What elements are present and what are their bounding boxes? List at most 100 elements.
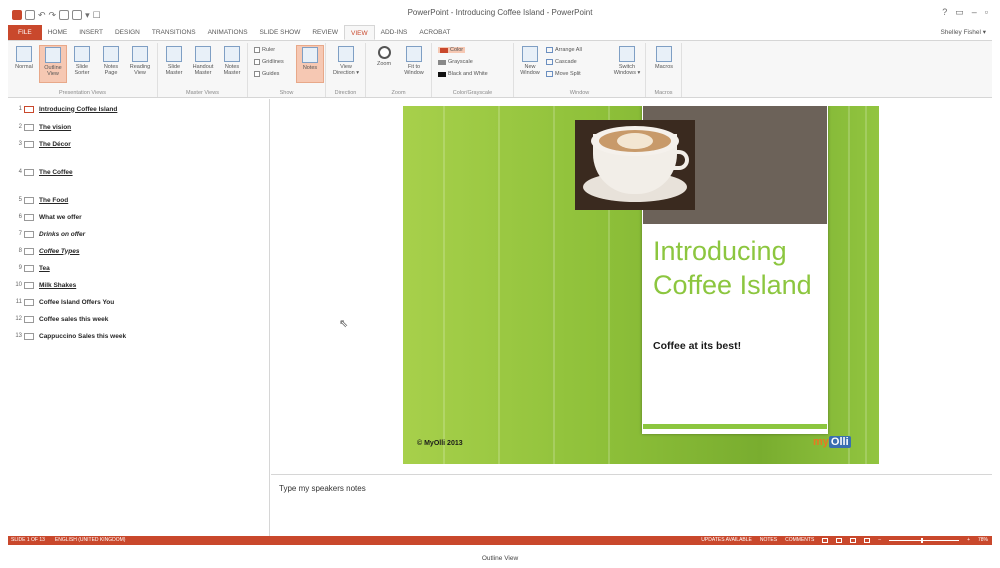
macros-button[interactable]: Macros xyxy=(650,45,678,83)
slide-master-button[interactable]: Slide Master xyxy=(160,45,188,83)
view-direction-button[interactable]: View Direction ▾ xyxy=(331,45,361,83)
ribbon-display-icon[interactable]: ▭ xyxy=(955,7,964,18)
account-name[interactable]: Shelley Fishel ▾ xyxy=(940,28,986,36)
speaker-notes-text[interactable]: Type my speakers notes xyxy=(279,484,366,493)
zoom-out-icon[interactable]: – xyxy=(878,537,881,543)
restore-icon[interactable]: ▫ xyxy=(985,7,988,18)
powerpoint-window: ↶ ↷ ▾ ☐ PowerPoint - Introducing Coffee … xyxy=(8,4,992,545)
group-label-show: Show xyxy=(279,90,294,96)
outline-item-11[interactable]: 11 Coffee Island Offers You xyxy=(10,297,114,307)
notes-pane[interactable]: Type my speakers notes xyxy=(271,474,992,536)
notes-master-button[interactable]: Notes Master xyxy=(218,45,246,83)
arrange-all-button[interactable]: Arrange All xyxy=(546,47,582,53)
fit-to-window-icon xyxy=(406,46,422,62)
reading-view-status-icon[interactable] xyxy=(850,537,857,543)
outline-item-8[interactable]: 8 Coffee Types xyxy=(10,246,79,256)
language-indicator[interactable]: ENGLISH (UNITED KINGDOM) xyxy=(55,537,126,543)
cascade-icon xyxy=(546,59,553,65)
outline-item-7[interactable]: 7 Drinks on offer xyxy=(10,229,85,239)
slide-copyright[interactable]: © MyOlli 2013 xyxy=(417,440,463,447)
zoom-button[interactable]: Zoom xyxy=(370,45,398,83)
outline-item-4[interactable]: 4 The Coffee xyxy=(10,167,73,177)
outline-item-5[interactable]: 5 The Food xyxy=(10,195,68,205)
slide-thumbnail-icon xyxy=(24,123,34,131)
group-label-direction: Direction xyxy=(334,90,357,96)
coffee-cup-photo[interactable] xyxy=(575,120,695,210)
tab-animations[interactable]: ANIMATIONS xyxy=(202,25,254,40)
notes-page-button[interactable]: Notes Page xyxy=(97,45,125,83)
tab-home[interactable]: HOME xyxy=(42,25,74,40)
logo-olli-text: Olli xyxy=(828,436,851,448)
group-color-grayscale: Color Grayscale Black and White Color/Gr… xyxy=(432,43,514,97)
grayscale-button[interactable]: Grayscale xyxy=(438,59,473,65)
slide-editing-area[interactable]: ⇖ Introducing Coffee Island Coffee at it… xyxy=(271,99,992,472)
magnifier-icon xyxy=(377,46,391,59)
outline-item-9[interactable]: 9 Tea xyxy=(10,263,50,273)
tab-view[interactable]: VIEW xyxy=(344,25,375,40)
mouse-pointer-icon: ⇖ xyxy=(339,318,349,330)
tab-insert[interactable]: INSERT xyxy=(73,25,109,40)
slide-thumbnail-icon xyxy=(24,196,34,204)
slide-sorter-button[interactable]: Slide Sorter xyxy=(68,45,96,83)
tab-acrobat[interactable]: ACROBAT xyxy=(413,25,456,40)
slide-thumbnail-icon xyxy=(24,281,34,289)
tab-file[interactable]: FILE xyxy=(8,25,42,40)
group-show: Ruler Gridlines Guides Notes Show xyxy=(248,43,326,97)
zoom-slider[interactable] xyxy=(889,537,960,543)
zoom-slider-knob[interactable] xyxy=(921,537,924,543)
guides-checkbox-box xyxy=(254,71,260,77)
tab-slide-show[interactable]: SLIDE SHOW xyxy=(254,25,307,40)
gridlines-checkbox[interactable]: Gridlines xyxy=(254,59,284,65)
tab-add-ins[interactable]: ADD-INS xyxy=(375,25,414,40)
outline-view-button[interactable]: Outline View xyxy=(39,45,67,83)
switch-windows-button[interactable]: Switch Windows ▾ xyxy=(612,45,642,83)
outline-item-13[interactable]: 13 Cappuccino Sales this week xyxy=(10,331,126,341)
view-direction-icon xyxy=(338,46,354,62)
tab-review[interactable]: REVIEW xyxy=(306,25,344,40)
slide-sorter-status-icon[interactable] xyxy=(836,537,843,543)
ruler-checkbox[interactable]: Ruler xyxy=(254,47,275,53)
guides-checkbox[interactable]: Guides xyxy=(254,71,279,77)
outline-item-12[interactable]: 12 Coffee sales this week xyxy=(10,314,108,324)
normal-view-button[interactable]: Normal xyxy=(10,45,38,83)
color-button[interactable]: Color xyxy=(438,47,466,53)
outline-item-3[interactable]: 3 The Décor xyxy=(10,139,71,149)
black-and-white-button[interactable]: Black and White xyxy=(438,71,488,77)
minimize-icon[interactable]: – xyxy=(972,7,977,18)
outline-item-1[interactable]: 1 Introducing Coffee Island xyxy=(10,104,117,114)
slide-subtitle[interactable]: Coffee at its best! xyxy=(653,340,741,352)
updates-available-button[interactable]: UPDATES AVAILABLE xyxy=(701,537,752,543)
title-bar: ↶ ↷ ▾ ☐ PowerPoint - Introducing Coffee … xyxy=(8,4,992,24)
reading-view-button[interactable]: Reading View xyxy=(126,45,154,83)
notes-page-icon xyxy=(103,46,119,62)
zoom-level[interactable]: 78% xyxy=(978,537,988,543)
tab-transitions[interactable]: TRANSITIONS xyxy=(146,25,202,40)
normal-view-status-icon[interactable] xyxy=(822,537,829,543)
outline-item-2[interactable]: 2 The vision xyxy=(10,122,71,132)
status-bar: SLIDE 1 OF 13 ENGLISH (UNITED KINGDOM) U… xyxy=(8,536,992,545)
comments-status-button[interactable]: COMMENTS xyxy=(785,537,814,543)
notes-toggle-button[interactable]: Notes xyxy=(296,45,324,83)
outline-item-10[interactable]: 10 Milk Shakes xyxy=(10,280,76,290)
handout-master-button[interactable]: Handout Master xyxy=(189,45,217,83)
outline-pane[interactable]: 1 Introducing Coffee Island 2 The vision… xyxy=(8,99,270,536)
slide-thumbnail-icon xyxy=(24,264,34,272)
zoom-in-icon[interactable]: + xyxy=(967,537,970,543)
notes-status-button[interactable]: NOTES xyxy=(760,537,777,543)
group-label-macros: Macros xyxy=(654,90,673,96)
slide-canvas[interactable]: Introducing Coffee Island Coffee at its … xyxy=(403,106,879,464)
slide-show-status-icon[interactable] xyxy=(864,537,871,543)
cascade-button[interactable]: Cascade xyxy=(546,59,577,65)
fit-to-window-button[interactable]: Fit to Window xyxy=(400,45,428,83)
help-icon[interactable]: ? xyxy=(942,7,947,18)
slide-thumbnail-icon xyxy=(24,332,34,340)
tab-design[interactable]: DESIGN xyxy=(109,25,146,40)
group-window: New Window Arrange All Cascade Move Spli… xyxy=(514,43,646,97)
group-label-presentation-views: Presentation Views xyxy=(59,90,106,96)
new-window-button[interactable]: New Window xyxy=(516,45,544,83)
figure-caption: Outline View xyxy=(481,555,519,562)
move-split-button[interactable]: Move Split xyxy=(546,71,581,77)
group-label-color-grayscale: Color/Grayscale xyxy=(452,90,493,96)
slide-title[interactable]: Introducing Coffee Island xyxy=(653,234,823,302)
outline-item-6[interactable]: 6 What we offer xyxy=(10,212,82,222)
